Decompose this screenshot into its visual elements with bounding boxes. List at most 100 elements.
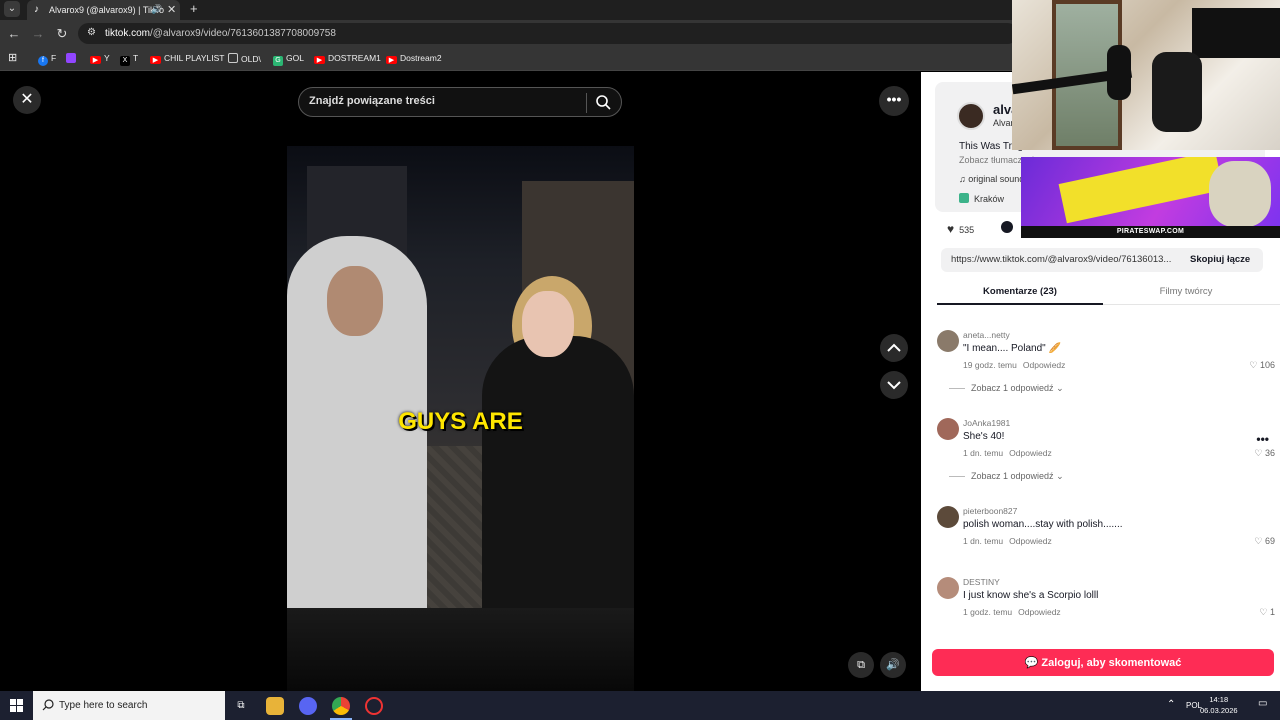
chevron-down-icon: ⌄: [1056, 383, 1064, 393]
browser-tab[interactable]: ♪ Alvarox9 (@alvarox9) | TikTo 🔊 ✕: [27, 0, 180, 20]
comment-user[interactable]: pieterboon827: [963, 506, 1017, 516]
sound-label: original sound: [968, 174, 1025, 184]
youtube-icon: ▶: [314, 56, 325, 64]
reply-button[interactable]: Odpowiedz: [1009, 448, 1052, 458]
apps-grid-icon[interactable]: ⊞: [8, 51, 17, 64]
bookmark-gol[interactable]: G GOL: [273, 53, 304, 66]
like-button[interactable]: ♥ 535: [947, 222, 974, 236]
search-divider: [586, 93, 587, 113]
bookmark-old-folder[interactable]: OLD\: [228, 53, 261, 64]
reply-button[interactable]: Odpowiedz: [1009, 536, 1052, 546]
floating-player-button[interactable]: ⧉: [848, 652, 874, 678]
video-frame[interactable]: GUYS ARE: [287, 146, 634, 608]
location-link[interactable]: Kraków: [959, 193, 1004, 204]
close-video-button[interactable]: ✕: [13, 86, 41, 114]
comment-user[interactable]: JoAnka1981: [963, 418, 1010, 428]
obs-icon[interactable]: [365, 697, 383, 715]
system-clock[interactable]: 14:18 06.03.2026: [1200, 694, 1238, 716]
location-icon: [959, 193, 969, 203]
comment-meta: 1 dn. temu Odpowiedz: [963, 536, 1052, 546]
video-bottom-fade: [287, 608, 634, 691]
tab-creator-videos[interactable]: Filmy twórcy: [1103, 280, 1269, 305]
bookmark-youtube[interactable]: ▶ Y: [90, 53, 110, 64]
x-icon: X: [120, 56, 130, 66]
close-tab-icon[interactable]: ✕: [167, 3, 176, 16]
avatar[interactable]: [957, 102, 985, 130]
notification-icon[interactable]: ▭: [1258, 698, 1267, 709]
volume-button[interactable]: 🔊: [880, 652, 906, 678]
comment-time: 19 godz. temu: [963, 360, 1017, 370]
bookmark-twitch[interactable]: [66, 53, 79, 64]
avatar[interactable]: [937, 418, 959, 440]
taskbar-search-placeholder: Type here to search: [59, 700, 148, 711]
related-search-input[interactable]: Znajdź powiązane treści: [298, 87, 622, 117]
avatar[interactable]: [937, 577, 959, 599]
login-label: Zaloguj, aby skomentować: [1041, 657, 1182, 669]
bookmark-dostream1[interactable]: ▶ DOSTREAM1: [314, 53, 381, 64]
previous-video-button[interactable]: [880, 334, 908, 362]
search-icon[interactable]: [595, 94, 611, 110]
reply-button[interactable]: Odpowiedz: [1023, 360, 1066, 370]
video-viewer: ✕ Znajdź powiązane treści ••• GUYS ARE ⧉…: [0, 72, 921, 691]
comment-meta: 19 godz. temu Odpowiedz: [963, 360, 1065, 370]
comment-time: 1 dn. temu: [963, 448, 1004, 458]
back-icon[interactable]: ←: [6, 26, 22, 41]
comment-text: "I mean.... Poland" 🥖: [963, 343, 1061, 354]
sound-link[interactable]: ♫ original sound: [959, 174, 1024, 184]
room-chair: [1152, 52, 1202, 132]
chrome-icon[interactable]: [332, 697, 350, 715]
windows-start-icon[interactable]: [10, 699, 23, 712]
microphone: [1107, 45, 1131, 100]
comment-text: She's 40!: [963, 431, 1005, 442]
bookmark-chil-playlist[interactable]: ▶ CHIL PLAYLIST: [150, 53, 224, 64]
next-video-button[interactable]: [880, 371, 908, 399]
tab-search-icon[interactable]: ⌄: [4, 1, 20, 17]
login-to-comment-button[interactable]: 💬 Zaloguj, aby skomentować: [932, 649, 1274, 676]
taskbar-search-input[interactable]: Type here to search: [33, 691, 225, 720]
heart-outline-icon: ♡: [1249, 360, 1260, 370]
view-replies-label: Zobacz 1 odpowiedź: [971, 383, 1054, 393]
bookmark-x[interactable]: XT: [120, 53, 138, 66]
comment-user[interactable]: DESTINY: [963, 577, 1000, 587]
view-replies-label: Zobacz 1 odpowiedź: [971, 471, 1054, 481]
comment-item: aneta...netty "I mean.... Poland" 🥖 19 g…: [935, 330, 1275, 410]
file-explorer-icon[interactable]: [266, 697, 284, 715]
bookmark-dostream2[interactable]: ▶ Dostream2: [386, 53, 442, 64]
comment-like-button[interactable]: ♡ 106: [1249, 360, 1275, 371]
comment-user[interactable]: aneta...netty: [963, 330, 1010, 340]
comment-text: I just know she's a Scorpio lolll: [963, 590, 1099, 601]
tab-comments[interactable]: Komentarze (23): [937, 280, 1103, 305]
new-tab-icon[interactable]: +: [190, 1, 198, 16]
view-replies-button[interactable]: Zobacz 1 odpowiedź ⌄: [949, 471, 1064, 482]
speaker-icon[interactable]: 🔊: [151, 4, 162, 15]
twitch-icon: [66, 53, 76, 63]
reply-button[interactable]: Odpowiedz: [1018, 607, 1061, 617]
view-replies-button[interactable]: Zobacz 1 odpowiedź ⌄: [949, 383, 1064, 394]
comment-icon[interactable]: [1001, 221, 1013, 233]
music-note-icon: ♫: [959, 174, 969, 184]
chevron-up-icon[interactable]: ⌃: [1167, 699, 1175, 710]
reload-icon[interactable]: ↻: [54, 26, 70, 42]
forward-icon[interactable]: →: [30, 26, 46, 41]
comment-like-button[interactable]: ♡ 1: [1259, 607, 1275, 618]
more-options-button[interactable]: •••: [879, 86, 909, 116]
tiktok-icon: ♪: [34, 4, 39, 15]
comment-item: pieterboon827 polish woman....stay with …: [935, 506, 1275, 586]
ad-banner[interactable]: PIRATESWAP.COM: [1021, 157, 1280, 238]
avatar[interactable]: [937, 330, 959, 352]
comment-like-count: 1: [1269, 607, 1275, 617]
comment-like-button[interactable]: ♡ 69: [1254, 536, 1275, 547]
woman-figure: [482, 336, 634, 608]
discord-icon[interactable]: [299, 697, 317, 715]
task-view-icon[interactable]: ⧉: [232, 697, 250, 715]
url-input[interactable]: ⚙ tiktok.com/@alvarox9/video/76136013877…: [78, 23, 1018, 44]
site-info-icon[interactable]: ⚙: [87, 27, 96, 38]
avatar[interactable]: [937, 506, 959, 528]
bookmark-facebook[interactable]: fF: [38, 53, 56, 66]
panel-tabs: Komentarze (23) Filmy twórcy: [937, 280, 1280, 305]
ellipsis-icon: •••: [886, 91, 902, 107]
comment-like-button[interactable]: ♡ 36: [1254, 448, 1275, 459]
youtube-icon: ▶: [150, 56, 161, 64]
comment-more-icon[interactable]: •••: [1256, 432, 1269, 446]
copy-link-button[interactable]: Skopiuj łącze: [1190, 254, 1250, 265]
